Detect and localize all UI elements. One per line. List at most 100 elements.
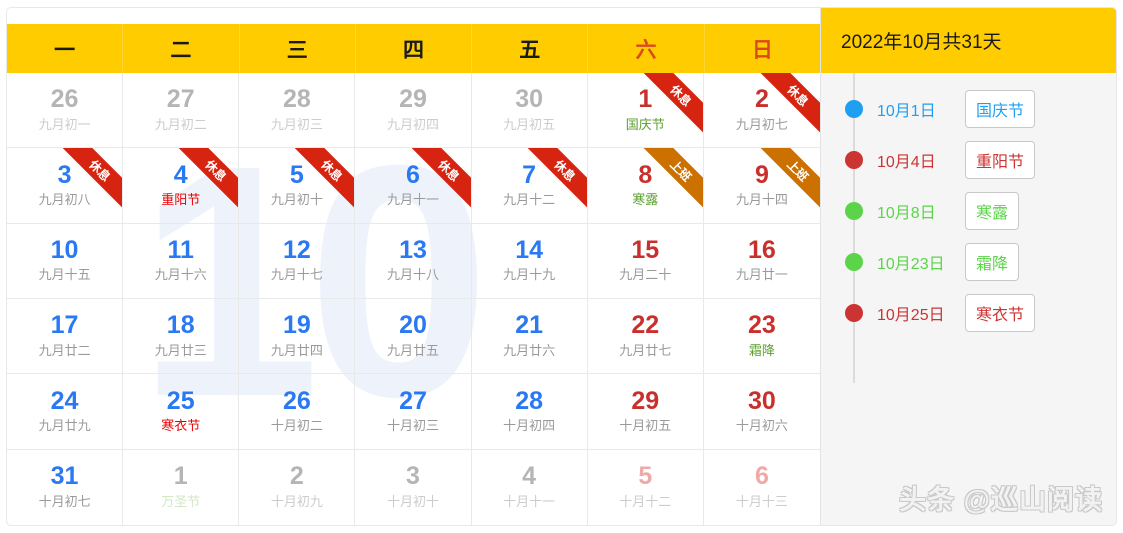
day-cell[interactable]: 16 九月廿一 (703, 224, 820, 299)
day-cell[interactable]: 3 十月初十 (355, 449, 472, 525)
day-number: 10 (50, 235, 79, 264)
day-cell[interactable]: 3 九月初八 休息 (7, 148, 124, 224)
day-cell[interactable]: 5 十月十二 (588, 449, 704, 525)
event-tag-button[interactable]: 寒衣节 (965, 293, 1036, 332)
day-number: 30 (515, 85, 544, 114)
event-tag-button[interactable]: 寒露 (965, 191, 1020, 230)
day-cell[interactable]: 17 九月廿二 (7, 299, 124, 375)
day-number: 29 (399, 85, 427, 114)
day-cell[interactable]: 27 十月初三 (355, 374, 472, 450)
day-number: 26 (50, 85, 79, 114)
day-cell[interactable]: 23 霜降 (703, 299, 820, 375)
timeline-items: 10月1日 国庆节 10月4日 重阳节 10月8日 寒露 10月23日 霜降 10月25日 寒衣节 (821, 83, 1116, 338)
day-cell[interactable]: 14 九月十九 (471, 223, 588, 299)
day-cell[interactable]: 27 九月初二 (123, 73, 240, 149)
event-timeline: 10月1日 国庆节 10月4日 重阳节 10月8日 寒露 10月23日 霜降 10月25日 寒衣节 (821, 73, 1116, 383)
day-number: 6 (754, 462, 769, 491)
day-cell[interactable]: 28 十月初四 (471, 374, 588, 450)
day-cell[interactable]: 22 九月廿七 (587, 299, 704, 375)
event-date: 10月23日 (877, 255, 945, 273)
timeline-event[interactable]: 10月8日 寒露 (821, 185, 1116, 236)
day-sublabel: 九月廿三 (154, 342, 207, 358)
day-cell[interactable]: 31 十月初七 (7, 449, 124, 525)
day-cell[interactable]: 4 十月十一 (472, 449, 588, 525)
day-cell[interactable]: 26 九月初一 (7, 73, 124, 149)
day-sublabel: 九月十六 (154, 267, 207, 283)
day-cell[interactable]: 30 十月初六 (703, 374, 820, 450)
day-number: 1 (638, 85, 653, 114)
day-cell[interactable]: 13 九月十八 (355, 223, 472, 299)
day-cell[interactable]: 8 寒露 上班 (587, 148, 704, 224)
weekday-header-0: 一 (7, 24, 124, 73)
day-sublabel: 九月十七 (270, 267, 323, 283)
day-cell[interactable]: 11 九月十六 (123, 223, 240, 299)
day-cell[interactable]: 9 九月十四 上班 (703, 148, 820, 224)
day-cell[interactable]: 21 九月廿六 (471, 299, 588, 375)
day-cell[interactable]: 25 寒衣节 (123, 374, 240, 450)
weekday-header-2: 三 (240, 24, 356, 73)
day-number: 5 (638, 462, 653, 491)
timeline-event[interactable]: 10月4日 重阳节 (821, 134, 1116, 185)
day-sublabel: 九月二十 (619, 267, 672, 283)
timeline-event[interactable]: 10月1日 国庆节 (821, 83, 1116, 134)
event-tag-button[interactable]: 国庆节 (965, 89, 1036, 128)
day-cell[interactable]: 18 九月廿三 (123, 299, 240, 375)
timeline-event[interactable]: 10月23日 霜降 (821, 236, 1116, 287)
calendar-frame: 1 0 一二三四五六日 26 九月初一 27 九月初二 28 九月初三 29 九月初四 30 九月… (7, 8, 1116, 525)
day-sublabel: 九月初五 (503, 116, 556, 132)
day-cell[interactable]: 28 九月初三 (239, 73, 356, 149)
day-cell[interactable]: 7 九月十二 休息 (471, 148, 588, 224)
calendar-page: 1 0 一二三四五六日 26 九月初一 27 九月初二 28 九月初三 29 九月初四 30 九月… (0, 0, 1123, 533)
day-number: 19 (282, 311, 311, 340)
day-number: 13 (399, 235, 427, 264)
timeline-event[interactable]: 10月25日 寒衣节 (821, 287, 1116, 338)
day-cell[interactable]: 29 九月初四 (355, 73, 472, 149)
day-number: 17 (50, 311, 79, 340)
day-number: 12 (282, 235, 311, 264)
event-dot-icon (845, 150, 863, 169)
day-cell[interactable]: 5 九月初十 休息 (239, 148, 356, 224)
event-date: 10月1日 (877, 102, 936, 120)
event-tag-button[interactable]: 霜降 (965, 242, 1020, 281)
day-cell[interactable]: 2 十月初九 (239, 449, 356, 525)
weekday-header-row: 一二三四五六 日 (7, 24, 820, 73)
day-cell[interactable]: 2 九月初七 休息 (703, 73, 820, 149)
day-cell[interactable]: 26 十月初二 (239, 374, 356, 450)
day-cell[interactable]: 4 重阳节 休息 (123, 148, 240, 224)
event-tag-button[interactable]: 重阳节 (965, 140, 1036, 179)
day-number: 18 (166, 311, 195, 340)
day-sublabel: 九月初一 (38, 116, 91, 132)
day-cell[interactable]: 10 九月十五 (7, 223, 124, 299)
day-cell[interactable]: 15 九月二十 (587, 223, 704, 299)
day-number: 2 (289, 462, 304, 491)
event-dot-icon (845, 303, 863, 322)
day-sublabel: 十月初二 (270, 417, 323, 433)
day-number: 8 (638, 160, 653, 189)
day-number: 25 (166, 386, 195, 415)
day-cell[interactable]: 1 万圣节 (123, 449, 240, 525)
day-number: 31 (50, 462, 79, 491)
day-sublabel: 九月廿九 (38, 417, 91, 433)
day-cell[interactable]: 24 九月廿九 (7, 374, 124, 450)
day-cell[interactable]: 6 十月十三 (704, 450, 820, 525)
day-cell[interactable]: 29 十月初五 (587, 374, 704, 450)
day-cell[interactable]: 20 九月廿五 (355, 299, 472, 375)
day-sublabel: 九月十八 (386, 267, 439, 283)
day-cell[interactable]: 12 九月十七 (239, 223, 356, 299)
weekday-header-1: 二 (123, 24, 240, 73)
day-cell[interactable]: 1 国庆节 休息 (587, 73, 704, 149)
day-cell[interactable]: 6 九月十一 休息 (355, 148, 472, 224)
day-cell[interactable]: 30 九月初五 (471, 73, 588, 149)
day-sublabel: 十月十一 (503, 493, 556, 509)
day-number: 4 (522, 462, 537, 491)
day-number: 9 (754, 160, 769, 189)
event-date: 10月4日 (877, 153, 936, 171)
day-sublabel: 九月廿二 (38, 342, 91, 358)
day-sublabel: 九月初七 (735, 116, 788, 132)
day-number: 5 (289, 160, 304, 189)
day-number: 24 (50, 386, 79, 415)
day-grid: 26 九月初一 27 九月初二 28 九月初三 29 九月初四 30 九月初五 1 国庆节 休息 2 九月初… (7, 73, 820, 525)
day-sublabel: 九月廿五 (386, 342, 439, 358)
day-cell[interactable]: 19 九月廿四 (239, 299, 356, 375)
month-calendar: 1 0 一二三四五六日 26 九月初一 27 九月初二 28 九月初三 29 九月初四 30 九月… (7, 8, 820, 525)
